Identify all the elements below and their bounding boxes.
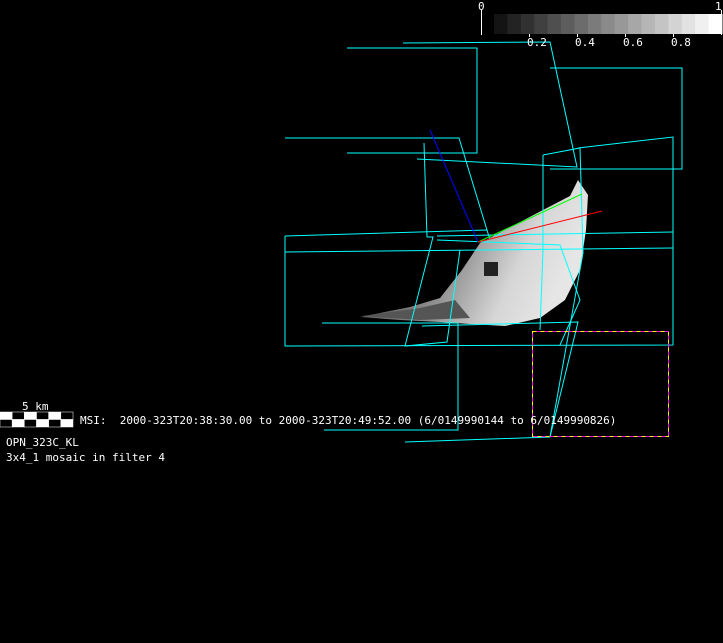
- scale-bar-segment: [48, 411, 62, 420]
- colorbar-step: [520, 14, 535, 34]
- colorbar-step: [641, 14, 656, 34]
- colorbar-step: [534, 14, 549, 34]
- image-footprint[interactable]: [550, 67, 683, 170]
- scale-bar-segment: [48, 419, 62, 428]
- scale-bar-segment: [60, 411, 74, 420]
- colorbar-tick-label: 0.8: [671, 36, 691, 49]
- colorbar-step: [494, 14, 508, 34]
- colorbar: [481, 10, 723, 37]
- footprint-canvas: [0, 10, 723, 443]
- colorbar-step: [708, 14, 723, 34]
- mosaic-description: 3x4_1 mosaic in filter 4: [6, 451, 165, 464]
- image-footprint[interactable]: [402, 41, 578, 168]
- scale-bar-segment: [24, 419, 37, 428]
- scale-bar-segment: [60, 419, 74, 428]
- scale-bar-segment: [36, 411, 49, 420]
- colorbar-step: [547, 14, 562, 34]
- msi-time-range: MSI: 2000-323T20:38:30.00 to 2000-323T20…: [80, 414, 617, 427]
- target-name: OPN_323C_KL: [6, 436, 79, 449]
- scale-bar: [0, 411, 74, 428]
- scale-bar-segment: [36, 419, 49, 428]
- scale-bar-segment: [0, 411, 13, 420]
- colorbar-tick-label: 0.6: [623, 36, 643, 49]
- colorbar-max-label: 1: [715, 0, 722, 13]
- msi-mosaic-view: 0 1 0.2 0.4 0.6 0.8 5 km MSI: 2000-323T2…: [0, 0, 723, 643]
- colorbar-step: [561, 14, 575, 34]
- colorbar-step: [507, 14, 522, 34]
- colorbar-step: [681, 14, 696, 34]
- scale-bar-segment: [24, 411, 37, 420]
- colorbar-step: [574, 14, 589, 34]
- colorbar-step: [628, 14, 643, 34]
- colorbar-step: [695, 14, 710, 34]
- colorbar-step: [668, 14, 683, 34]
- colorbar-tick-label: 0.4: [575, 36, 595, 49]
- colorbar-min-label: 0: [478, 0, 485, 13]
- scale-bar-label: 5 km: [22, 400, 49, 413]
- colorbar-step: [587, 14, 602, 34]
- scale-bar-segment: [11, 411, 25, 420]
- image-footprint[interactable]: [347, 47, 478, 154]
- scale-bar-segment: [11, 419, 25, 428]
- scale-bar-segment: [0, 419, 13, 428]
- asteroid-image: [360, 180, 588, 326]
- colorbar-step: [601, 14, 616, 34]
- colorbar-step: [614, 14, 629, 34]
- colorbar-tick-label: 0.2: [527, 36, 547, 49]
- colorbar-step: [654, 14, 669, 34]
- z-axis-line: [429, 129, 479, 243]
